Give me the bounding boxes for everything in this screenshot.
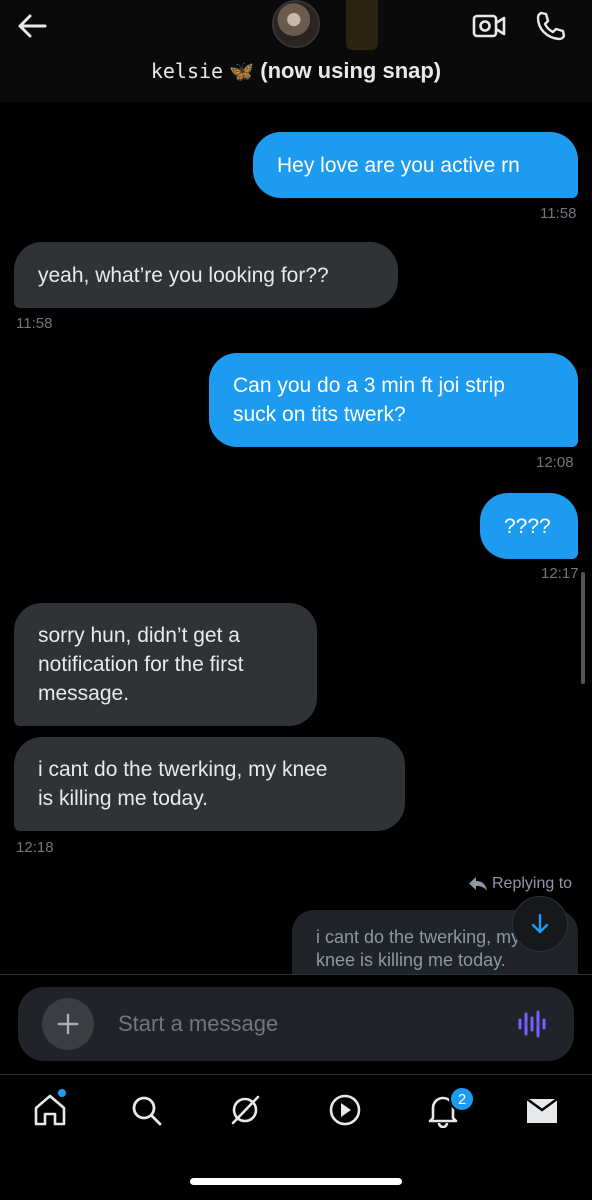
replying-to-text: Replying to	[492, 875, 573, 892]
contact-name-suffix: (now using snap)	[260, 58, 442, 83]
message-text-line: Can you do a 3 min ft joi strip	[233, 374, 505, 397]
phone-icon	[536, 11, 566, 41]
back-button[interactable]	[14, 8, 50, 44]
notification-count-badge: 2	[449, 1086, 475, 1112]
mail-icon	[526, 1098, 558, 1123]
message-text: Hey love are you active rn	[277, 153, 520, 177]
tab-grok[interactable]	[225, 1090, 265, 1130]
voice-call-button[interactable]	[530, 8, 570, 44]
arrow-left-icon	[18, 14, 47, 38]
tab-videos[interactable]	[325, 1090, 365, 1130]
message-input[interactable]	[118, 1004, 498, 1044]
contact-name-styled: kelsie	[150, 59, 224, 83]
grok-icon	[231, 1095, 260, 1125]
message-text-line: sorry hun, didn’t get a	[38, 624, 240, 647]
message-text-line: suck on tits twerk?	[233, 403, 406, 426]
message-bubble-sent[interactable]: ????	[480, 493, 578, 559]
butterfly-emoji: 🦋	[229, 61, 255, 83]
plus-icon	[57, 1013, 79, 1035]
message-text: yeah, what’re you looking for??	[38, 263, 329, 287]
message-timestamp: 11:58	[16, 315, 53, 332]
message-timestamp: 11:58	[540, 205, 577, 222]
scroll-to-bottom-button[interactable]	[512, 896, 568, 952]
replying-to-label: Replying to	[468, 875, 572, 893]
reply-quote-line: knee is killing me today.	[316, 950, 506, 970]
scrollbar[interactable]	[581, 572, 585, 684]
tab-search[interactable]	[126, 1090, 166, 1130]
search-icon	[132, 1096, 162, 1126]
home-indicator[interactable]	[190, 1178, 402, 1185]
contact-name[interactable]: kelsie 🦋 (now using snap)	[0, 58, 592, 84]
message-text-line: i cant do the twerking, my knee	[38, 758, 328, 781]
chat-header: kelsie 🦋 (now using snap)	[0, 0, 592, 102]
reply-arrow-icon	[469, 877, 487, 891]
message-bubble-received[interactable]: sorry hun, didn’t get a notification for…	[14, 603, 317, 726]
video-play-icon	[329, 1094, 361, 1126]
header-decoration	[346, 0, 378, 50]
home-unread-dot	[57, 1088, 67, 1098]
message-bubble-received[interactable]: yeah, what’re you looking for??	[14, 242, 398, 308]
voice-message-button[interactable]	[512, 1006, 552, 1042]
video-camera-icon	[472, 14, 506, 38]
message-bubble-received[interactable]: i cant do the twerking, my knee is killi…	[14, 737, 405, 831]
add-media-button[interactable]	[42, 998, 94, 1050]
waveform-icon	[518, 1010, 546, 1038]
tab-messages[interactable]	[522, 1090, 562, 1130]
message-text-line: message.	[38, 682, 130, 705]
video-call-button[interactable]	[470, 8, 508, 44]
arrow-down-icon	[531, 913, 549, 934]
message-text-line: is killing me today.	[38, 787, 209, 810]
message-bubble-sent[interactable]: Can you do a 3 min ft joi strip suck on …	[209, 353, 578, 447]
message-text-line: notification for the first	[38, 653, 244, 676]
message-text: ????	[504, 514, 551, 538]
avatar[interactable]	[272, 0, 320, 48]
message-timestamp: 12:08	[536, 454, 574, 471]
message-timestamp: 12:18	[16, 839, 54, 856]
message-bubble-sent[interactable]: Hey love are you active rn	[253, 132, 578, 198]
message-timestamp: 12:17	[541, 565, 579, 582]
